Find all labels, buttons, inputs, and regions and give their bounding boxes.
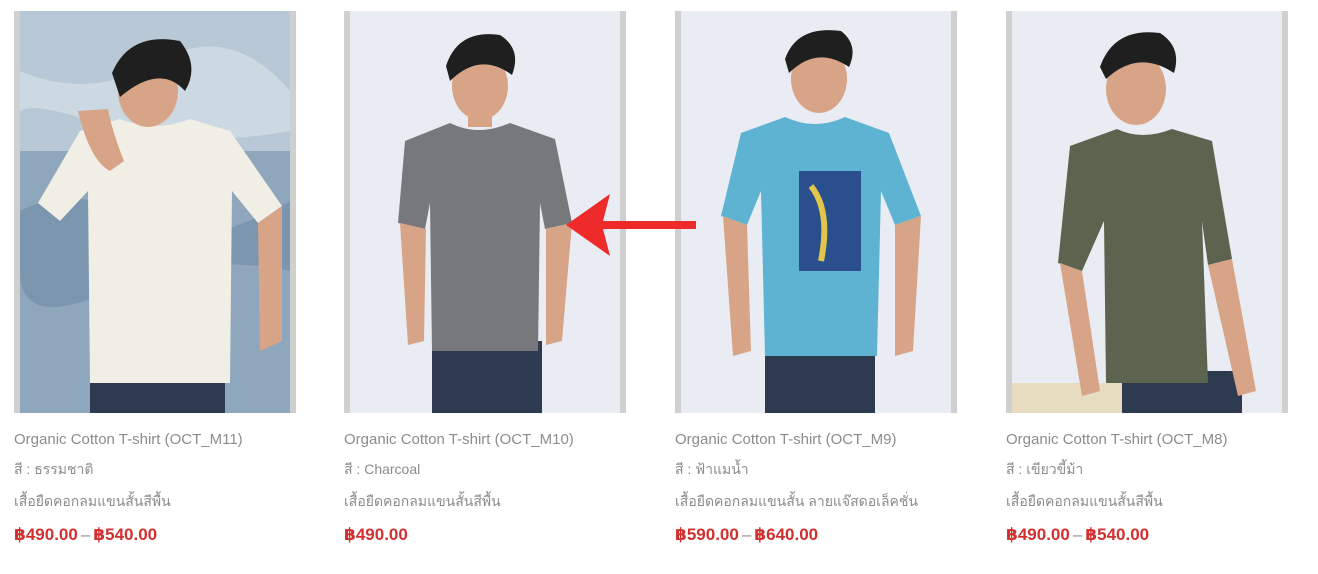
product-card[interactable]: Organic Cotton T-shirt (OCT_M9) สี : ฟ้า…: [675, 11, 957, 545]
product-description: เสื้อยืดคอกลมแขนสั้นสีพื้น: [344, 493, 501, 509]
price-separator: –: [80, 525, 91, 544]
product-color: สี : ธรรมชาติ: [14, 461, 94, 477]
product-title[interactable]: Organic Cotton T-shirt (OCT_M8): [1006, 431, 1288, 448]
price-separator: –: [1072, 525, 1083, 544]
product-title[interactable]: Organic Cotton T-shirt (OCT_M10): [344, 431, 626, 448]
product-price: ฿490.00– ฿540.00: [14, 525, 296, 545]
product-card[interactable]: Organic Cotton T-shirt (OCT_M8) สี : เขี…: [1006, 11, 1288, 545]
product-price: ฿490.00– ฿540.00: [1006, 525, 1288, 545]
product-card[interactable]: Organic Cotton T-shirt (OCT_M11) สี : ธร…: [14, 11, 296, 545]
price-min: ฿490.00: [14, 525, 78, 544]
price-min: ฿490.00: [344, 525, 408, 544]
product-card[interactable]: Organic Cotton T-shirt (OCT_M10) สี : Ch…: [344, 11, 626, 545]
product-image[interactable]: [14, 11, 296, 413]
product-price: ฿490.00: [344, 525, 626, 545]
price-max: ฿640.00: [754, 525, 819, 544]
product-color: สี : Charcoal: [344, 461, 421, 477]
price-min: ฿590.00: [675, 525, 739, 544]
product-color: สี : เขียวขี้ม้า: [1006, 461, 1084, 477]
price-max: ฿540.00: [1085, 525, 1150, 544]
product-image[interactable]: [675, 11, 957, 413]
model-photo: [681, 11, 951, 413]
product-description: เสื้อยืดคอกลมแขนสั้นสีพื้น: [14, 493, 171, 509]
product-description: เสื้อยืดคอกลมแขนสั้นสีพื้น: [1006, 493, 1163, 509]
annotation-arrow-icon: [566, 194, 696, 256]
product-description: เสื้อยืดคอกลมแขนสั้น ลายแจ๊สดอเล็คชั่น: [675, 493, 918, 509]
product-title[interactable]: Organic Cotton T-shirt (OCT_M11): [14, 431, 296, 448]
model-photo: [20, 11, 290, 413]
price-min: ฿490.00: [1006, 525, 1070, 544]
product-image[interactable]: [1006, 11, 1288, 413]
price-separator: –: [741, 525, 752, 544]
product-title[interactable]: Organic Cotton T-shirt (OCT_M9): [675, 431, 957, 448]
price-max: ฿540.00: [93, 525, 158, 544]
product-color: สี : ฟ้าแมน้ำ: [675, 461, 749, 477]
model-photo: [1012, 11, 1282, 413]
product-price: ฿590.00– ฿640.00: [675, 525, 957, 545]
